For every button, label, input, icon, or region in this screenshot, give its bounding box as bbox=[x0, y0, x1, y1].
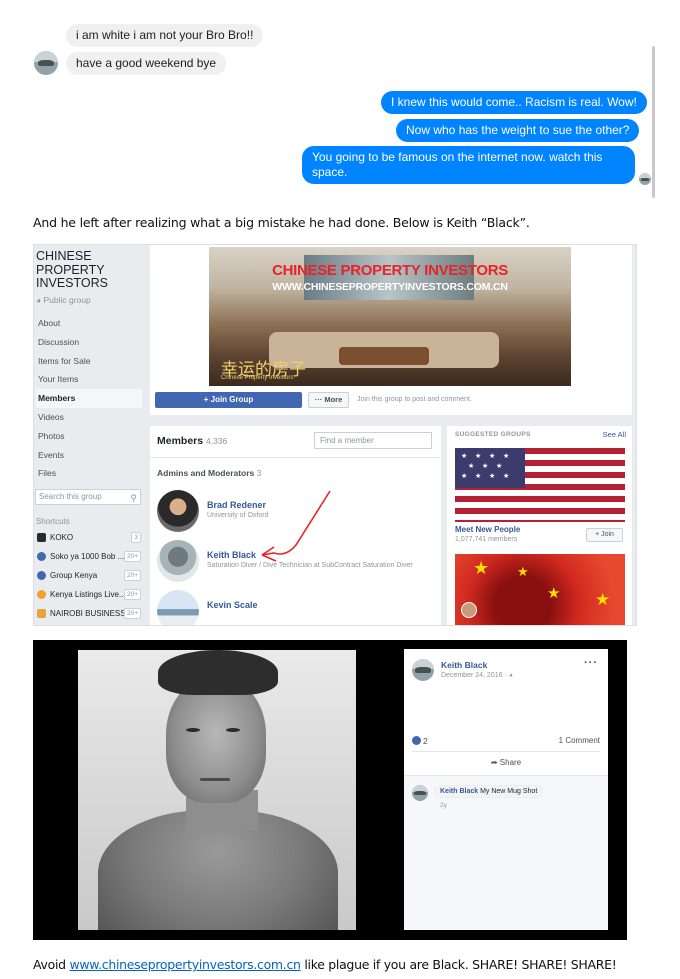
photo-viewer: Keith Black December 24, 2016 · ◕ ··· 2 … bbox=[33, 640, 627, 940]
red-arrow-annotation bbox=[261, 490, 331, 562]
messenger-conversation: i am white i am not your Bro Bro!! have … bbox=[0, 0, 680, 200]
profile-photo[interactable] bbox=[78, 650, 356, 930]
like-icon bbox=[412, 736, 421, 745]
share-icon: ➦ bbox=[490, 758, 498, 767]
reactions-count[interactable]: 2 bbox=[412, 736, 428, 746]
comment-author[interactable]: Keith Black bbox=[440, 788, 478, 795]
sent-message: I knew this would come.. Racism is real.… bbox=[381, 91, 647, 114]
sent-message: Now who has the weight to sue the other? bbox=[396, 119, 640, 142]
photo-face bbox=[166, 678, 266, 803]
post-details-panel: Keith Black December 24, 2016 · ◕ ··· 2 … bbox=[404, 649, 608, 930]
author-avatar[interactable] bbox=[412, 659, 434, 681]
photo-hair bbox=[158, 650, 278, 695]
caption-text: And he left after realizing what a big m… bbox=[33, 215, 530, 230]
received-message: i am white i am not your Bro Bro!! bbox=[66, 24, 264, 47]
footer-text: Avoid www.chinesepropertyinvestors.com.c… bbox=[33, 957, 617, 972]
post-date[interactable]: December 24, 2016 · ◕ bbox=[441, 672, 513, 679]
share-button[interactable]: ➦ Share bbox=[404, 758, 608, 767]
seen-indicator-avatar bbox=[639, 173, 651, 185]
comment-bubble: Keith Black My New Mug Shot bbox=[434, 785, 544, 798]
sender-avatar[interactable] bbox=[34, 51, 58, 75]
facebook-group-screenshot: CHINESE PROPERTY INVESTORS ◕ Public grou… bbox=[33, 244, 637, 626]
footer-prefix: Avoid bbox=[33, 957, 70, 972]
globe-icon: ◕ bbox=[508, 672, 513, 679]
footer-suffix: like plague if you are Black. SHARE! SHA… bbox=[300, 957, 617, 972]
photo-eye bbox=[186, 728, 200, 732]
chat-scrollbar[interactable] bbox=[652, 46, 655, 198]
author-name[interactable]: Keith Black bbox=[441, 660, 487, 670]
post-date-text: December 24, 2016 · bbox=[441, 672, 507, 679]
sent-message: You going to be famous on the internet n… bbox=[302, 146, 635, 184]
comments-count[interactable]: 1 Comment bbox=[559, 736, 600, 745]
divider bbox=[412, 751, 600, 752]
share-label: Share bbox=[499, 758, 522, 767]
photo-mouth bbox=[200, 778, 230, 781]
received-message: have a good weekend bye bbox=[66, 52, 227, 75]
photo-eye bbox=[226, 728, 240, 732]
comment-time[interactable]: 2y bbox=[440, 802, 447, 809]
commenter-avatar[interactable] bbox=[412, 785, 428, 801]
website-link[interactable]: www.chinesepropertyinvestors.com.cn bbox=[69, 957, 301, 972]
likes-count: 2 bbox=[423, 736, 428, 746]
post-options-button[interactable]: ··· bbox=[584, 657, 598, 669]
comments-section: Keith Black My New Mug Shot 2y bbox=[404, 776, 608, 930]
comment-text: My New Mug Shot bbox=[480, 788, 538, 795]
